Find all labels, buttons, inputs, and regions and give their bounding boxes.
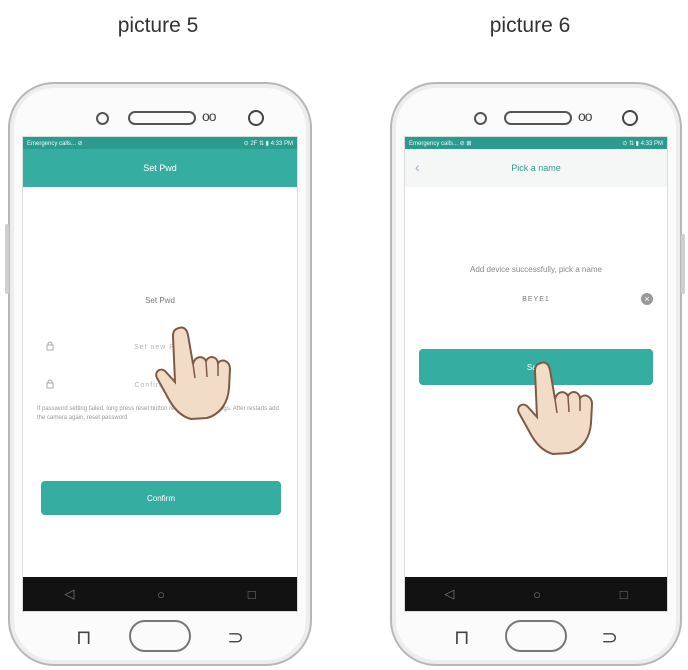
earpiece-speaker <box>504 111 572 125</box>
volume-button <box>5 224 9 294</box>
success-message: Add device successfully, pick a name <box>470 265 602 274</box>
phone-frame-left: oo Emergency calls... ⊘ ⊙ 2F ⇅ ▮ 4:33 PM… <box>5 82 312 666</box>
status-right-text: ⊙ ⇅ ▮ 4:33 PM <box>622 140 663 147</box>
app-bar: Set Pwd <box>23 149 297 187</box>
phone-top-sensors: oo <box>10 104 310 132</box>
earpiece-speaker <box>128 111 196 125</box>
caption-picture-5: picture 5 <box>117 14 199 37</box>
phone-top-sensors: oo <box>392 104 680 132</box>
pointing-hand-icon <box>155 326 232 421</box>
hw-back-icon: ⊃ <box>227 627 244 649</box>
chevron-left-icon[interactable]: ‹ <box>415 159 420 175</box>
pointing-hand-icon <box>517 361 594 456</box>
hardware-home-button <box>505 620 567 652</box>
clear-icon[interactable]: × <box>641 293 653 305</box>
nav-back-icon[interactable]: ◁ <box>64 586 74 602</box>
app-bar: ‹ Pick a name <box>405 149 667 187</box>
screen-left: Emergency calls... ⊘ ⊙ 2F ⇅ ▮ 4:33 PM Se… <box>22 136 298 612</box>
page-title: Pick a name <box>511 163 561 173</box>
front-camera-icon <box>622 110 638 126</box>
status-right-text: ⊙ 2F ⇅ ▮ 4:33 PM <box>243 140 293 147</box>
page-title: Set Pwd <box>143 163 177 173</box>
proximity-sensor-icon <box>474 112 487 125</box>
status-left-text: Emergency calls... ⊘ <box>27 140 83 147</box>
android-nav-bar: ◁ ○ □ <box>405 577 667 611</box>
hw-back-icon: ⊃ <box>601 627 618 649</box>
sensor-dots-icon: oo <box>202 108 217 124</box>
volume-button <box>681 234 685 294</box>
status-bar: Emergency calls... ⊘ ⊠ ⊙ ⇅ ▮ 4:33 PM <box>405 137 667 149</box>
nav-home-icon[interactable]: ○ <box>533 587 541 602</box>
screen-right: Emergency calls... ⊘ ⊠ ⊙ ⇅ ▮ 4:33 PM ‹ P… <box>404 136 668 612</box>
status-left-text: Emergency calls... ⊘ ⊠ <box>409 140 472 147</box>
hw-recent-icon: ⊓ <box>76 627 92 649</box>
status-bar: Emergency calls... ⊘ ⊙ 2F ⇅ ▮ 4:33 PM <box>23 137 297 149</box>
nav-back-icon[interactable]: ◁ <box>444 586 454 602</box>
proximity-sensor-icon <box>96 112 109 125</box>
nav-recent-icon[interactable]: □ <box>248 587 256 602</box>
phone-frame-right: oo Emergency calls... ⊘ ⊠ ⊙ ⇅ ▮ 4:33 PM … <box>390 82 685 666</box>
nav-home-icon[interactable]: ○ <box>157 587 165 602</box>
android-nav-bar: ◁ ○ □ <box>23 577 297 611</box>
sensor-dots-icon: oo <box>578 108 593 124</box>
caption-picture-6: picture 6 <box>489 14 571 37</box>
nav-recent-icon[interactable]: □ <box>620 587 628 602</box>
confirm-button[interactable]: Confirm <box>41 481 281 515</box>
hardware-home-button <box>129 620 191 652</box>
device-name-value: BEYE1 <box>522 295 550 303</box>
device-name-field[interactable]: BEYE1 × <box>405 287 667 311</box>
hw-recent-icon: ⊓ <box>454 627 470 649</box>
front-camera-icon <box>248 110 264 126</box>
section-title: Set Pwd <box>145 296 175 305</box>
confirm-button-label: Confirm <box>146 493 175 503</box>
